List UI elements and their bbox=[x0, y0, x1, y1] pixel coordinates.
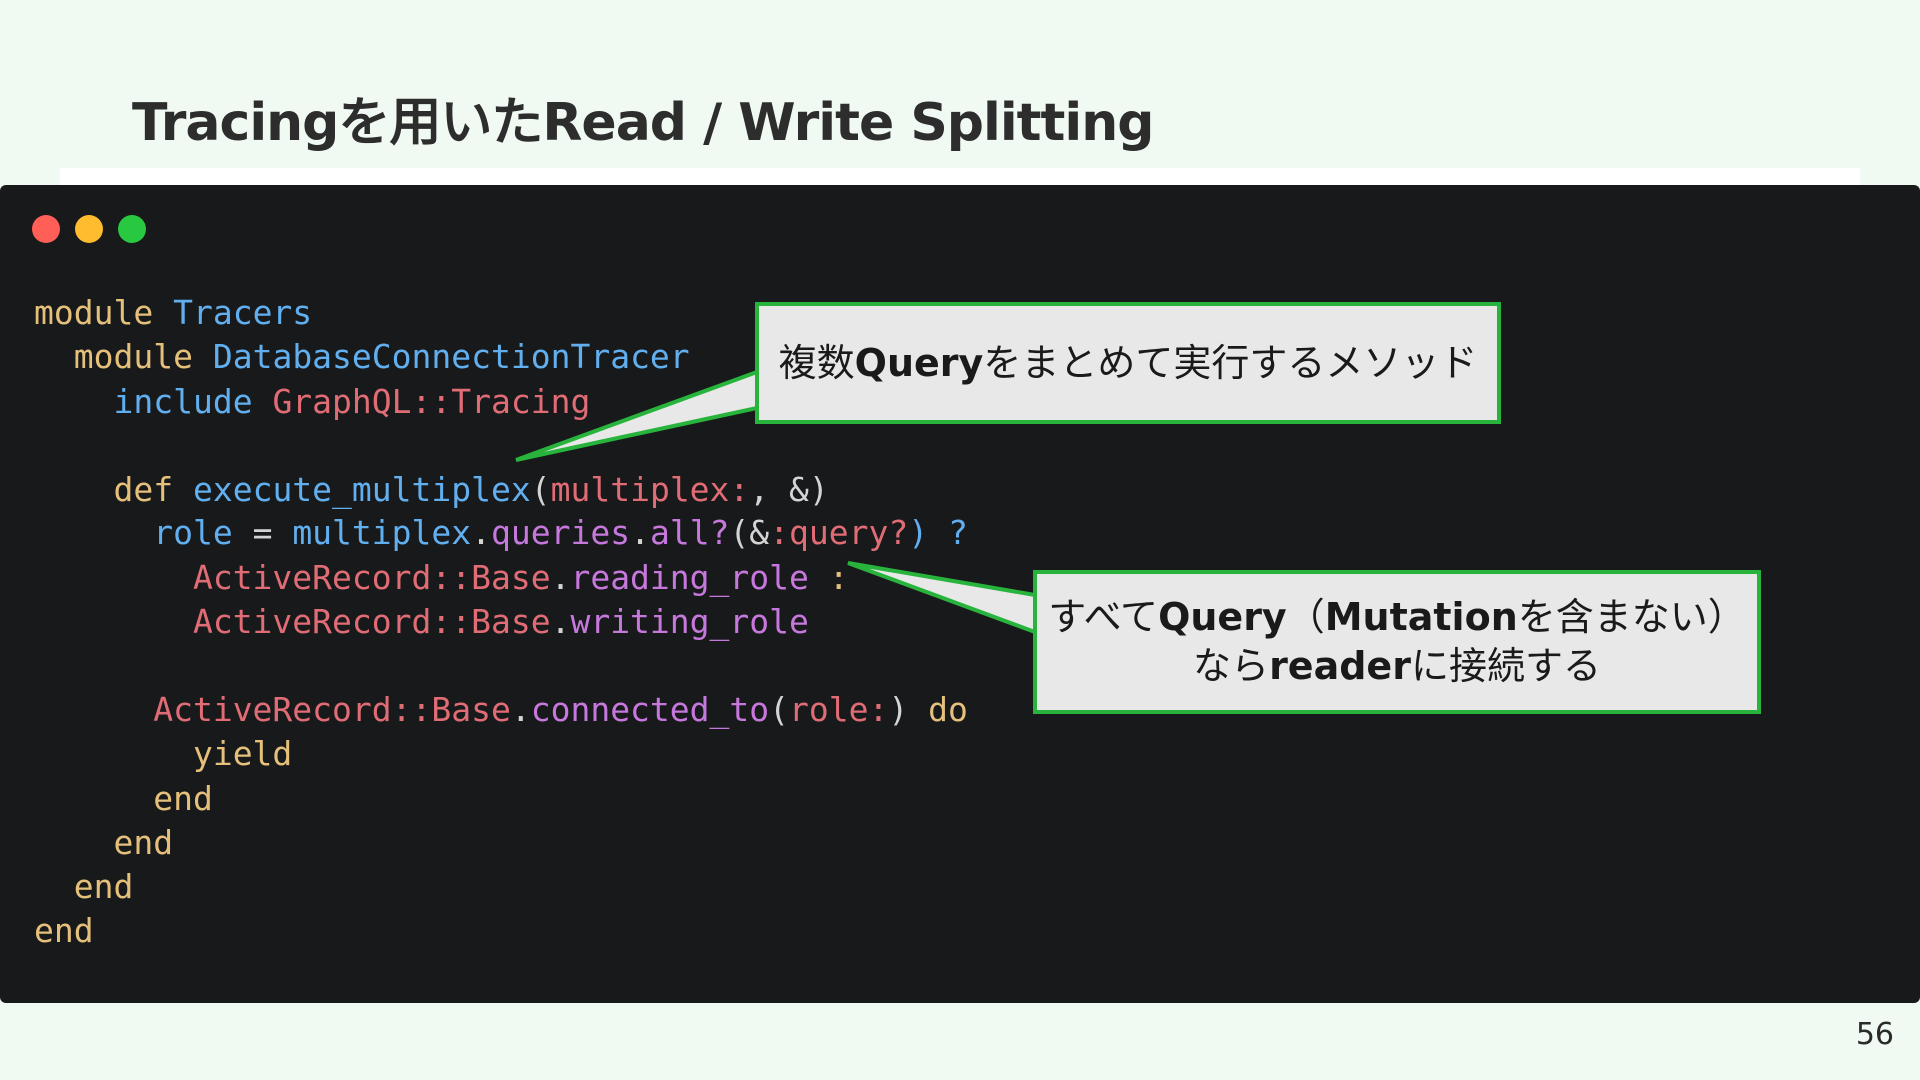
code-line-15: end bbox=[34, 911, 94, 950]
callout-1-text: 複数Queryをまとめて実行するメソッド bbox=[778, 340, 1478, 385]
code-line-8: ActiveRecord::Base.writing_role bbox=[192, 602, 809, 641]
code-line-5: def execute_multiplex(multiplex:, &) bbox=[113, 470, 829, 509]
callout-2-line-2: ならreaderに接続する bbox=[1193, 644, 1601, 688]
code-line-2: module DatabaseConnectionTracer bbox=[73, 337, 690, 376]
maximize-dot-icon[interactable] bbox=[118, 215, 146, 243]
code-block: module Tracers module DatabaseConnection… bbox=[34, 293, 968, 950]
code-line-13: end bbox=[113, 823, 174, 862]
callout-reader-connection: すべてQuery（Mutationを含まない） ならreaderに接続する bbox=[1033, 570, 1761, 714]
callout-2-text: すべてQuery（Mutationを含まない） ならreaderに接続する bbox=[1048, 593, 1746, 690]
code-line-6: role = multiplex.queries.all?(&:query?) … bbox=[153, 513, 968, 552]
code-line-12: end bbox=[153, 779, 213, 818]
slide-title: Tracingを用いたRead / Write Splitting bbox=[132, 93, 1154, 153]
code-line-1: module Tracers bbox=[34, 293, 313, 332]
code-line-10: ActiveRecord::Base.connected_to(role:) d… bbox=[153, 690, 968, 729]
code-line-11: yield bbox=[192, 734, 293, 773]
window-controls bbox=[32, 215, 146, 243]
callout-2-line-1: すべてQuery（Mutationを含まない） bbox=[1048, 595, 1746, 640]
callout-multiplex-method: 複数Queryをまとめて実行するメソッド bbox=[755, 302, 1501, 424]
code-line-3: include GraphQL::Tracing bbox=[113, 382, 591, 421]
code-line-7: ActiveRecord::Base.reading_role : bbox=[192, 558, 849, 597]
title-divider-strip bbox=[60, 168, 1860, 186]
minimize-dot-icon[interactable] bbox=[75, 215, 103, 243]
code-line-14: end bbox=[73, 867, 134, 906]
page-number: 56 bbox=[1855, 1017, 1894, 1052]
close-dot-icon[interactable] bbox=[32, 215, 60, 243]
